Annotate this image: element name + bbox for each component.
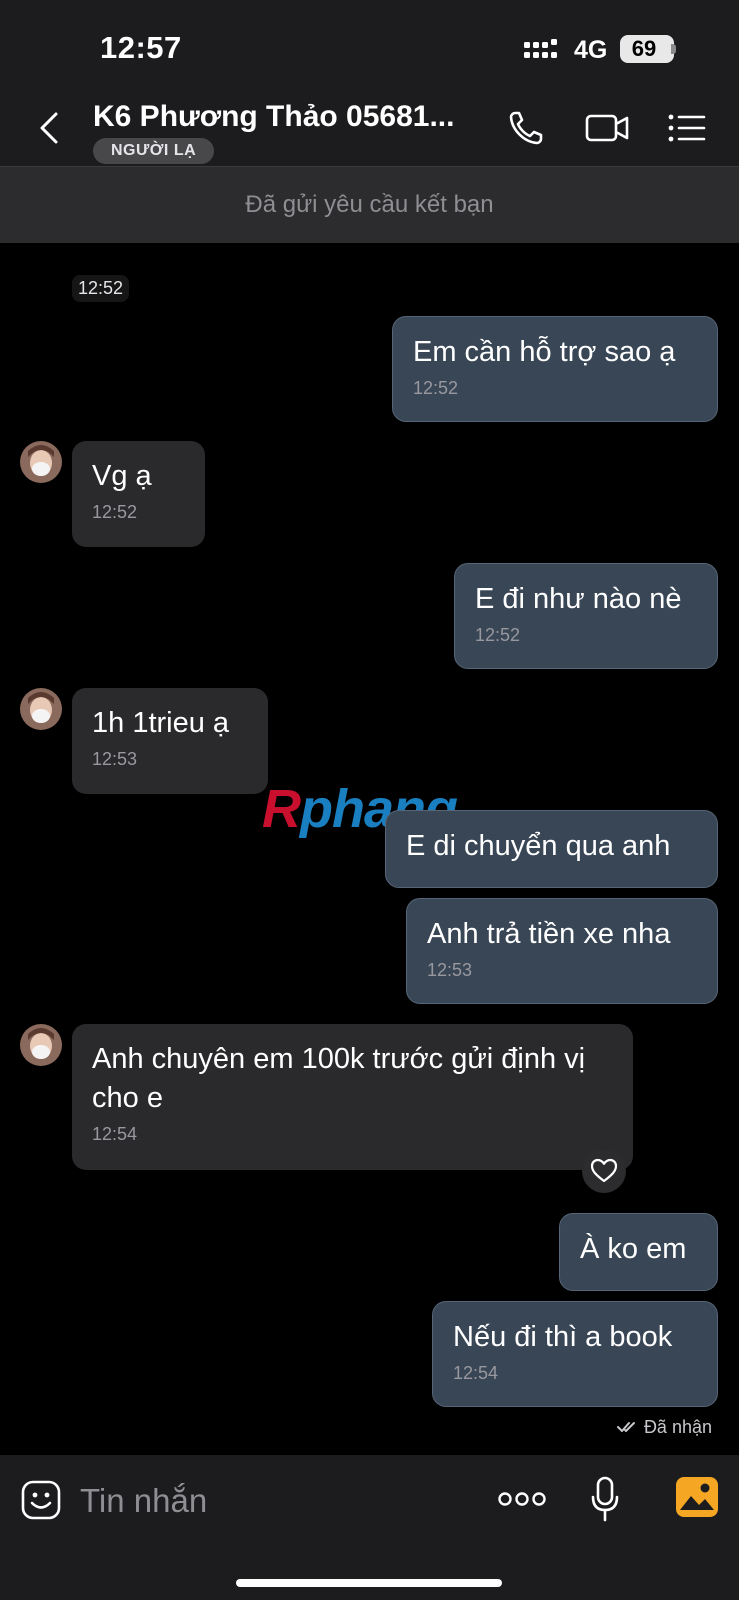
home-indicator <box>236 1579 502 1587</box>
message-time: 12:52 <box>92 502 138 522</box>
status-bar: 12:57 4G 69 <box>0 0 739 92</box>
stranger-badge: NGƯỜI LẠ <box>93 138 215 164</box>
message-bubble-outgoing[interactable]: E đi như nào nè 12:52 <box>454 563 718 669</box>
friend-request-sent-bar: Đã gửi yêu cầu kết bạn <box>0 167 739 243</box>
contact-name[interactable]: K6 Phương Thảo 05681... <box>93 100 463 134</box>
message-text: 1h 1trieu ạ <box>92 707 230 739</box>
message-bubble-incoming[interactable]: Anh chuyên em 100k trước gửi định vị cho… <box>72 1024 633 1170</box>
message-time: 12:54 <box>453 1363 499 1383</box>
avatar[interactable] <box>20 688 62 730</box>
heart-icon <box>590 1158 618 1183</box>
message-composer: Tin nhắn <box>0 1455 739 1600</box>
message-text: Anh trả tiền xe nha <box>427 918 671 950</box>
battery-icon: 69 <box>620 35 674 63</box>
message-bubble-outgoing[interactable]: Anh trả tiền xe nha 12:53 <box>406 898 718 1004</box>
message-bubble-outgoing[interactable]: Em cần hỗ trợ sao ạ 12:52 <box>392 316 718 422</box>
chat-area[interactable]: 12:52 Em cần hỗ trợ sao ạ 12:52 Vg ạ 12:… <box>0 243 739 1455</box>
message-time: 12:52 <box>413 378 459 398</box>
message-text: E di chuyển qua anh <box>406 830 671 862</box>
message-text: Anh chuyên em 100k trước gửi định vị cho… <box>92 1043 586 1114</box>
message-bubble-incoming[interactable]: Vg ạ 12:52 <box>72 441 205 547</box>
message-input[interactable]: Tin nhắn <box>80 1475 460 1527</box>
microphone-icon[interactable] <box>590 1475 620 1523</box>
menu-list-icon[interactable] <box>666 108 710 148</box>
message-bubble-outgoing[interactable]: À ko em <box>559 1213 718 1291</box>
message-time: 12:54 <box>92 1124 138 1144</box>
message-text: Vg ạ <box>92 460 152 492</box>
message-text: Em cần hỗ trợ sao ạ <box>413 336 676 368</box>
battery-tip <box>671 44 676 54</box>
delivery-status-text: Đã nhận <box>643 1417 712 1437</box>
avatar[interactable] <box>20 1024 62 1066</box>
double-check-icon <box>616 1422 635 1432</box>
back-chevron-icon[interactable] <box>30 108 70 148</box>
message-bubble-outgoing[interactable]: E di chuyển qua anh <box>385 810 718 888</box>
message-time: 12:52 <box>475 625 521 645</box>
emoji-icon[interactable] <box>20 1479 62 1521</box>
message-text: Nếu đi thì a book <box>453 1321 673 1353</box>
phone-icon[interactable] <box>506 108 550 148</box>
avatar[interactable] <box>20 441 62 483</box>
image-gallery-icon[interactable] <box>675 1476 719 1518</box>
battery-level: 69 <box>631 36 657 61</box>
time-separator: 12:52 <box>72 275 130 302</box>
message-time: 12:53 <box>92 749 138 769</box>
message-time: 12:53 <box>427 960 473 980</box>
network-type: 4G <box>574 36 608 64</box>
status-time: 12:57 <box>100 30 182 65</box>
message-bubble-incoming[interactable]: 1h 1trieu ạ 12:53 <box>72 688 268 794</box>
react-button[interactable] <box>582 1149 626 1193</box>
message-text: E đi như nào nè <box>475 583 682 615</box>
video-call-icon[interactable] <box>585 108 629 148</box>
more-dots-icon[interactable] <box>498 1489 546 1509</box>
message-bubble-outgoing[interactable]: Nếu đi thì a book 12:54 <box>432 1301 718 1407</box>
message-text: À ko em <box>580 1233 687 1265</box>
chat-header: K6 Phương Thảo 05681... NGƯỜI LẠ <box>0 92 739 167</box>
signal-strength-icon <box>524 39 557 58</box>
delivery-status: Đã nhận <box>616 1417 712 1438</box>
